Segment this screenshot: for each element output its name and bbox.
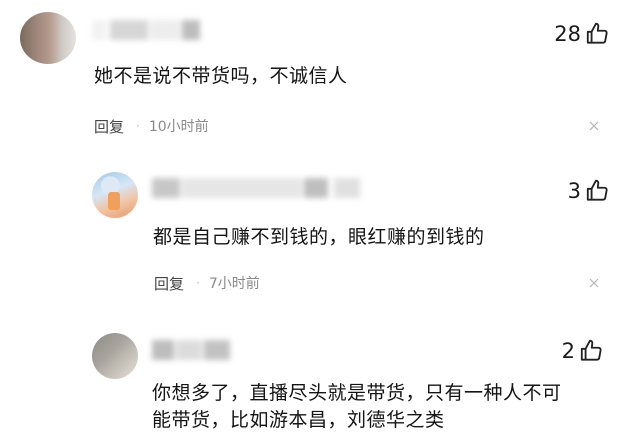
comment-text-line: 你想多了，直播尽头就是带货，只有一种人不可: [152, 382, 562, 404]
close-icon[interactable]: [588, 277, 600, 289]
comment-text: 她不是说不带货吗，不诚信人: [94, 65, 348, 87]
comment-text: 你想多了，直播尽头就是带货，只有一种人不可 能带货，比如游本昌，刘德华之类: [152, 380, 562, 434]
like-button[interactable]: 2: [562, 336, 604, 366]
timestamp: 7小时前: [208, 276, 260, 292]
timestamp: 10小时前: [148, 119, 209, 135]
avatar[interactable]: [92, 333, 138, 379]
comment-meta: 回复 · 7小时前: [154, 273, 260, 293]
thumbs-up-icon: [586, 22, 608, 44]
avatar[interactable]: [92, 172, 138, 218]
like-count: 2: [561, 339, 575, 363]
like-button[interactable]: 3: [568, 176, 610, 206]
separator-dot: ·: [196, 276, 200, 290]
comment-meta: 回复 · 10小时前: [94, 116, 209, 136]
like-button[interactable]: 28: [554, 19, 610, 49]
like-count: 3: [567, 179, 581, 203]
separator-dot: ·: [136, 119, 140, 133]
thumbs-up-icon: [580, 339, 602, 361]
comment-text-line: 能带货，比如游本昌，刘德华之类: [152, 409, 445, 431]
username-blurred[interactable]: [92, 20, 202, 40]
reply-button[interactable]: 回复: [154, 273, 184, 294]
close-icon[interactable]: [588, 120, 600, 132]
comment-feed: 28 她不是说不带货吗，不诚信人 回复 · 10小时前 3 都是自己赚不到钱的，…: [0, 0, 640, 447]
comment-text: 都是自己赚不到钱的，眼红赚的到钱的: [153, 226, 485, 248]
username-blurred[interactable]: [152, 340, 232, 360]
username-blurred[interactable]: [152, 178, 362, 198]
like-count: 28: [554, 22, 581, 46]
thumbs-up-icon: [586, 179, 608, 201]
reply-button[interactable]: 回复: [94, 116, 124, 137]
avatar[interactable]: [20, 12, 76, 64]
